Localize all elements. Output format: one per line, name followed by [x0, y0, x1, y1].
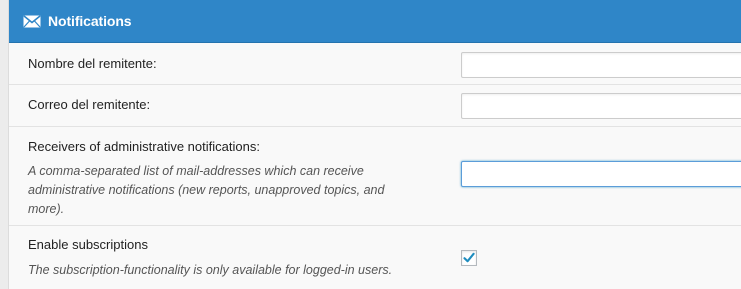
subscriptions-row: Enable subscriptions The subscription-fu… [9, 226, 741, 289]
sender-email-row: Correo del remitente: [9, 85, 741, 127]
admin-receivers-row: Receivers of administrative notification… [9, 127, 741, 226]
panel-header: Notifications [9, 0, 741, 43]
enable-subscriptions-checkbox[interactable] [461, 250, 477, 266]
envelope-icon [23, 14, 41, 28]
sender-email-label: Correo del remitente: [28, 97, 151, 112]
notifications-panel: Notifications Nombre del remitente: Corr… [8, 0, 741, 289]
sender-email-input[interactable] [461, 93, 741, 119]
panel-title: Notifications [48, 13, 132, 29]
admin-receivers-label: Receivers of administrative notification… [28, 139, 260, 154]
admin-receivers-input[interactable] [461, 161, 741, 187]
sender-name-input[interactable] [461, 52, 741, 78]
sender-name-row: Nombre del remitente: [9, 43, 741, 85]
subscriptions-label: Enable subscriptions [28, 237, 148, 252]
admin-receivers-description: A comma-separated list of mail-addresses… [28, 164, 385, 216]
sender-name-label: Nombre del remitente: [28, 56, 157, 71]
subscriptions-description: The subscription-functionality is only a… [28, 263, 393, 277]
checkmark-icon [463, 252, 475, 263]
